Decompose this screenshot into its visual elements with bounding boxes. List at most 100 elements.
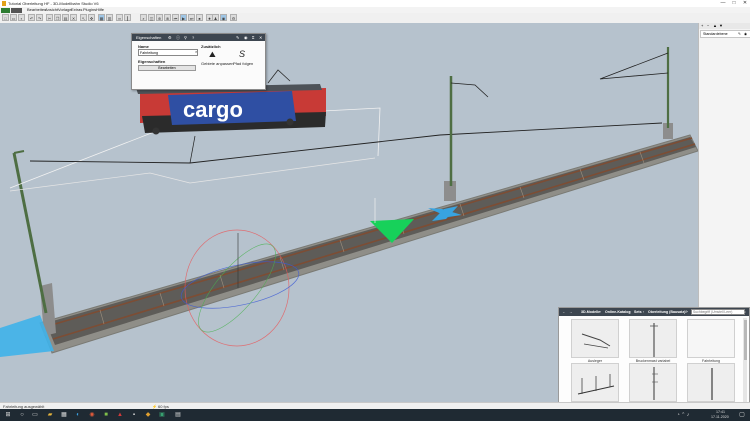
redo-icon[interactable]: ↷ xyxy=(36,14,43,21)
layer-row[interactable]: Standardebene ✎ ◉ xyxy=(700,30,750,38)
app-icon xyxy=(2,1,6,6)
adjust-terrain-icon[interactable]: ⛰ xyxy=(209,50,216,60)
store-icon[interactable]: ▦ xyxy=(60,411,68,419)
paste-icon[interactable]: ▤ xyxy=(62,14,69,21)
search-taskbar-icon[interactable]: ○ xyxy=(18,411,26,419)
properties-tab-info-icon[interactable]: ⓘ xyxy=(176,34,180,41)
properties-tab-help-icon[interactable]: ? xyxy=(192,34,194,41)
layer-edit-icon[interactable]: ✎ xyxy=(738,31,741,37)
props-section-label: Eigenschaften xyxy=(138,59,166,64)
edit-button[interactable]: Bearbeiten xyxy=(138,65,196,71)
person-icon[interactable]: ♟ xyxy=(212,14,219,21)
catalog-item-ausleger[interactable] xyxy=(571,319,619,358)
remove-layer-icon[interactable]: − xyxy=(707,23,709,29)
name-field[interactable] xyxy=(138,49,198,56)
layer-visible-icon[interactable]: ◉ xyxy=(744,31,747,37)
search-icon[interactable]: ⌕ xyxy=(744,308,746,316)
select-icon[interactable]: ↖ xyxy=(80,14,87,21)
catalog-search-input[interactable] xyxy=(691,309,745,315)
rewind-icon[interactable]: ⏮ xyxy=(172,14,179,21)
clock-time[interactable]: 17:41 xyxy=(716,410,725,414)
app-2-icon[interactable]: ▪ xyxy=(130,411,138,419)
minimize-button[interactable]: — xyxy=(718,0,728,7)
acrobat-icon[interactable]: ▲ xyxy=(116,411,124,419)
catalog-item-brueckenmast[interactable] xyxy=(629,319,677,358)
grid-icon[interactable]: ▦ xyxy=(98,14,105,21)
edge-icon[interactable]: ◐ xyxy=(74,411,82,419)
forward-icon[interactable]: → xyxy=(569,308,573,316)
start-icon[interactable]: ⊞ xyxy=(4,411,12,419)
crumb-sep-icon: › xyxy=(600,310,602,314)
open-icon[interactable]: ▭ xyxy=(10,14,17,21)
crumb-2[interactable]: Online-Katalog xyxy=(605,308,631,316)
move-icon[interactable]: ✥ xyxy=(88,14,95,21)
properties-close-icon[interactable]: ✕ xyxy=(259,34,262,41)
undo-icon[interactable]: ↶ xyxy=(28,14,35,21)
ausleger-thumb-icon xyxy=(581,333,611,349)
tool-a-icon[interactable]: ⊕ xyxy=(156,14,163,21)
menu-file-arrow[interactable] xyxy=(11,7,22,13)
properties-lock-icon[interactable]: ⌗ xyxy=(252,34,254,41)
settings-icon[interactable]: ⚙ xyxy=(230,14,237,21)
app-4-icon[interactable]: ▣ xyxy=(158,411,166,419)
tool-b-icon[interactable]: ⊗ xyxy=(164,14,171,21)
follow-path-label[interactable]: Pfad folgen xyxy=(233,61,253,66)
properties-tab-gear-icon[interactable]: ⚙ xyxy=(168,34,172,41)
app-5-icon[interactable]: ▤ xyxy=(174,411,182,419)
notification-icon[interactable]: ▢ xyxy=(738,411,746,419)
copy-icon[interactable]: ❐ xyxy=(54,14,61,21)
chrome-icon[interactable]: ◉ xyxy=(88,411,96,419)
camera-icon[interactable]: ◉ xyxy=(220,14,227,21)
crumb-3[interactable]: Sets xyxy=(634,308,642,316)
properties-header: Eigenschaften ⚙ ⓘ ⚲ ? ✎ ◉ ⌗ ✕ xyxy=(132,34,265,41)
follow-path-icon[interactable]: S xyxy=(239,49,245,59)
catalog-item-nachspannung[interactable] xyxy=(571,363,619,402)
zoom-icon[interactable]: ⌕ xyxy=(140,14,147,21)
properties-tab-link-icon[interactable]: ⚲ xyxy=(184,34,187,41)
clock-date[interactable]: 17.11.2020 xyxy=(711,415,729,419)
name-clear-icon[interactable]: × xyxy=(195,49,197,54)
taskbar: ⊞ ○ ▭ ▰ ▦ ◐ ◉ ■ ▲ ▪ ◆ ▣ ▤ ◔ ⌃ ♪ 17:41 17… xyxy=(0,409,750,421)
play-icon[interactable]: ▶ xyxy=(180,14,187,21)
catalog-scroll-thumb[interactable] xyxy=(743,320,747,360)
layer-up-icon[interactable]: ▲ xyxy=(713,23,717,29)
adjust-terrain-label[interactable]: Gebiete anpassen xyxy=(201,61,233,66)
taskview-icon[interactable]: ▭ xyxy=(31,411,39,419)
locomotive[interactable]: cargo xyxy=(136,84,326,135)
catalog-scrollbar[interactable] xyxy=(743,318,747,406)
add-layer-icon[interactable]: + xyxy=(701,23,703,29)
refresh-icon[interactable]: ⟳ xyxy=(685,308,688,316)
crumb-sep-icon: › xyxy=(629,310,631,314)
catalog-header: ← → 3D-Modelle › Online-Katalog › Sets ›… xyxy=(559,308,749,316)
app-1-icon[interactable]: ■ xyxy=(102,411,110,419)
catalog-item-quertragwerk[interactable] xyxy=(629,363,677,402)
save-icon[interactable]: ▪ xyxy=(18,14,25,21)
properties-eye-icon[interactable]: ◉ xyxy=(244,34,248,41)
track-icon[interactable]: ═ xyxy=(116,14,123,21)
delete-icon[interactable]: ✕ xyxy=(70,14,77,21)
new-icon[interactable]: □ xyxy=(2,14,9,21)
menu-file-icon[interactable] xyxy=(1,7,10,13)
catalog-item-streckenmasten[interactable] xyxy=(687,363,735,402)
crumb-1[interactable]: 3D-Modelle xyxy=(581,308,600,316)
close-button[interactable]: ✕ xyxy=(740,0,750,7)
maximize-button[interactable]: □ xyxy=(729,0,739,7)
view-icon[interactable]: ◫ xyxy=(148,14,155,21)
crumb-4[interactable]: Oberleitung (Bausatz) xyxy=(648,308,685,316)
tray-icons[interactable]: ◔ ⌃ ♪ xyxy=(670,411,696,419)
catalog-item-fahrleitung[interactable] xyxy=(687,319,735,358)
brueckenmast-thumb-icon xyxy=(650,323,658,357)
signal-icon[interactable]: ┃ xyxy=(124,14,131,21)
properties-header-label: Eigenschaften xyxy=(136,35,162,40)
properties-pin-icon[interactable]: ✎ xyxy=(236,34,239,41)
cut-icon[interactable]: ✂ xyxy=(46,14,53,21)
window-title: Tutorial Oberleitung HF - 3D-Modellbahn … xyxy=(8,1,99,6)
back-icon[interactable]: ← xyxy=(562,308,566,316)
layout-icon[interactable]: ▥ xyxy=(106,14,113,21)
layer-down-icon[interactable]: ▼ xyxy=(719,23,723,29)
fast-forward-icon[interactable]: ⏭ xyxy=(188,14,195,21)
extra-label: Zusätzlich xyxy=(201,44,221,49)
explorer-icon[interactable]: ▰ xyxy=(46,411,54,419)
stop-icon[interactable]: ⏹ xyxy=(196,14,203,21)
app-3-icon[interactable]: ◆ xyxy=(144,411,152,419)
